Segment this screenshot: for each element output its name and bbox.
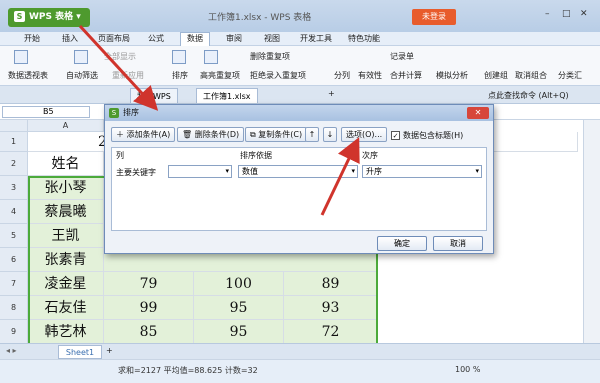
annotation-arrows — [78, 24, 360, 216]
app-window: S WPS 表格 ▾ 工作簿1.xlsx - WPS 表格 未登录 – □ ✕ 开… — [0, 0, 600, 383]
arrow-to-options — [320, 137, 360, 216]
arrow-to-dialog — [78, 24, 159, 111]
